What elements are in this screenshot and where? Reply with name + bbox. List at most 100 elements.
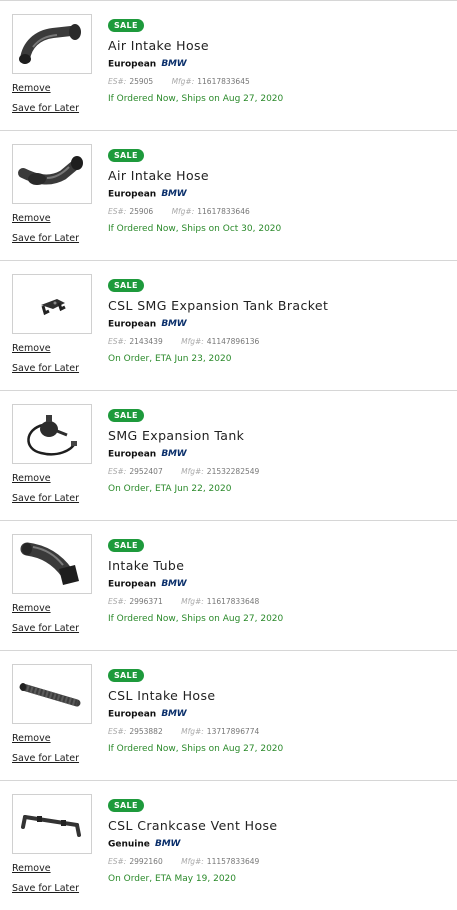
mfg-label: Mfg#:	[181, 857, 204, 866]
remove-link[interactable]: Remove	[12, 473, 51, 484]
cart-item: Remove Save for Later SALE CSL Intake Ho…	[0, 650, 457, 780]
save-for-later-link[interactable]: Save for Later	[12, 363, 79, 374]
bmw-logo: BMW	[161, 189, 187, 199]
cart-item: Remove Save for Later SALE SMG Expansion…	[0, 390, 457, 520]
brand-row: Genuine BMW	[108, 839, 453, 851]
item-info: SALE CSL Intake Hose European BMW ES#: 29…	[108, 663, 453, 754]
mfg-number: 21532282549	[206, 467, 260, 476]
item-info: SALE Intake Tube European BMW ES#: 299637…	[108, 533, 453, 624]
sale-badge: SALE	[108, 799, 144, 812]
bracket-image[interactable]	[12, 274, 92, 334]
cart-item: Remove Save for Later SALE Air Intake Ho…	[0, 0, 457, 130]
remove-link[interactable]: Remove	[12, 863, 51, 874]
mfg-label: Mfg#:	[171, 77, 195, 86]
es-number: 2953882	[129, 727, 163, 736]
es-label: ES#:	[108, 207, 127, 216]
remove-link[interactable]: Remove	[12, 343, 51, 354]
air-intake-hose-image[interactable]	[12, 144, 92, 204]
bmw-logo: BMW	[161, 709, 187, 719]
mfg-label: Mfg#:	[181, 727, 204, 736]
item-title[interactable]: SMG Expansion Tank	[108, 428, 453, 443]
remove-link[interactable]: Remove	[12, 213, 51, 224]
brand-label: European	[108, 189, 157, 200]
part-numbers: ES#: 2992160 Mfg#: 11157833649	[108, 857, 453, 866]
cart-item: Remove Save for Later SALE CSL SMG Expan…	[0, 260, 457, 390]
cart-item: Remove Save for Later SALE CSL Crankcase…	[0, 780, 457, 910]
cart-item-list: Remove Save for Later SALE Air Intake Ho…	[0, 0, 457, 910]
mfg-number: 11157833649	[206, 857, 260, 866]
brand-row: European BMW	[108, 709, 453, 721]
part-numbers: ES#: 2143439 Mfg#: 41147896136	[108, 337, 453, 346]
sale-badge: SALE	[108, 669, 144, 682]
es-number: 2992160	[129, 857, 163, 866]
remove-link[interactable]: Remove	[12, 603, 51, 614]
save-for-later-link[interactable]: Save for Later	[12, 623, 79, 634]
sale-badge: SALE	[108, 279, 144, 292]
bmw-logo: BMW	[161, 579, 187, 589]
shipping-status: On Order, ETA May 19, 2020	[108, 874, 236, 884]
shipping-status: If Ordered Now, Ships on Aug 27, 2020	[108, 744, 284, 754]
brand-label: European	[108, 579, 157, 590]
sale-badge: SALE	[108, 149, 144, 162]
mfg-label: Mfg#:	[181, 597, 204, 606]
item-info: SALE Air Intake Hose European BMW ES#: 25…	[108, 13, 453, 104]
intake-hose-image[interactable]	[12, 664, 92, 724]
es-number: 2996371	[129, 597, 163, 606]
item-title[interactable]: CSL Intake Hose	[108, 688, 453, 703]
brand-row: European BMW	[108, 449, 453, 461]
mfg-number: 41147896136	[206, 337, 260, 346]
item-title[interactable]: CSL Crankcase Vent Hose	[108, 818, 453, 833]
es-number: 25906	[129, 207, 154, 216]
cart-item: Remove Save for Later SALE Intake Tube E…	[0, 520, 457, 650]
item-title[interactable]: Air Intake Hose	[108, 38, 453, 53]
sale-badge: SALE	[108, 539, 144, 552]
shipping-status: On Order, ETA Jun 22, 2020	[108, 484, 232, 494]
remove-link[interactable]: Remove	[12, 83, 51, 94]
mfg-number: 11617833645	[197, 77, 250, 86]
item-title[interactable]: CSL SMG Expansion Tank Bracket	[108, 298, 453, 313]
es-number: 25905	[129, 77, 154, 86]
save-for-later-link[interactable]: Save for Later	[12, 233, 79, 244]
item-info: SALE Air Intake Hose European BMW ES#: 25…	[108, 143, 453, 234]
part-numbers: ES#: 2996371 Mfg#: 11617833648	[108, 597, 453, 606]
save-for-later-link[interactable]: Save for Later	[12, 883, 79, 894]
item-info: SALE CSL Crankcase Vent Hose Genuine BMW…	[108, 793, 453, 884]
es-number: 2143439	[129, 337, 163, 346]
es-label: ES#:	[108, 597, 127, 606]
es-label: ES#:	[108, 337, 127, 346]
shipping-status: If Ordered Now, Ships on Aug 27, 2020	[108, 614, 284, 624]
vent-hose-image[interactable]	[12, 794, 92, 854]
intake-tube-image[interactable]	[12, 534, 92, 594]
brand-row: European BMW	[108, 59, 453, 71]
bmw-logo: BMW	[161, 319, 187, 329]
item-title[interactable]: Air Intake Hose	[108, 168, 453, 183]
item-info: SALE SMG Expansion Tank European BMW ES#…	[108, 403, 453, 494]
mfg-number: 11617833648	[206, 597, 260, 606]
part-numbers: ES#: 25905 Mfg#: 11617833645	[108, 77, 453, 86]
es-number: 2952407	[129, 467, 163, 476]
brand-row: European BMW	[108, 319, 453, 331]
brand-label: Genuine	[108, 839, 150, 850]
cart-item: Remove Save for Later SALE Air Intake Ho…	[0, 130, 457, 260]
mfg-label: Mfg#:	[181, 467, 204, 476]
mfg-number: 13717896774	[206, 727, 260, 736]
remove-link[interactable]: Remove	[12, 733, 51, 744]
part-numbers: ES#: 2952407 Mfg#: 21532282549	[108, 467, 453, 476]
brand-label: European	[108, 709, 157, 720]
save-for-later-link[interactable]: Save for Later	[12, 493, 79, 504]
brand-row: European BMW	[108, 579, 453, 591]
bmw-logo: BMW	[155, 839, 181, 849]
part-numbers: ES#: 2953882 Mfg#: 13717896774	[108, 727, 453, 736]
air-intake-hose-image[interactable]	[12, 14, 92, 74]
mfg-number: 11617833646	[197, 207, 250, 216]
es-label: ES#:	[108, 857, 127, 866]
expansion-tank-image[interactable]	[12, 404, 92, 464]
save-for-later-link[interactable]: Save for Later	[12, 753, 79, 764]
brand-label: European	[108, 449, 157, 460]
item-title[interactable]: Intake Tube	[108, 558, 453, 573]
save-for-later-link[interactable]: Save for Later	[12, 103, 79, 114]
mfg-label: Mfg#:	[181, 337, 204, 346]
brand-label: European	[108, 319, 157, 330]
brand-label: European	[108, 59, 157, 70]
shipping-status: On Order, ETA Jun 23, 2020	[108, 354, 232, 364]
